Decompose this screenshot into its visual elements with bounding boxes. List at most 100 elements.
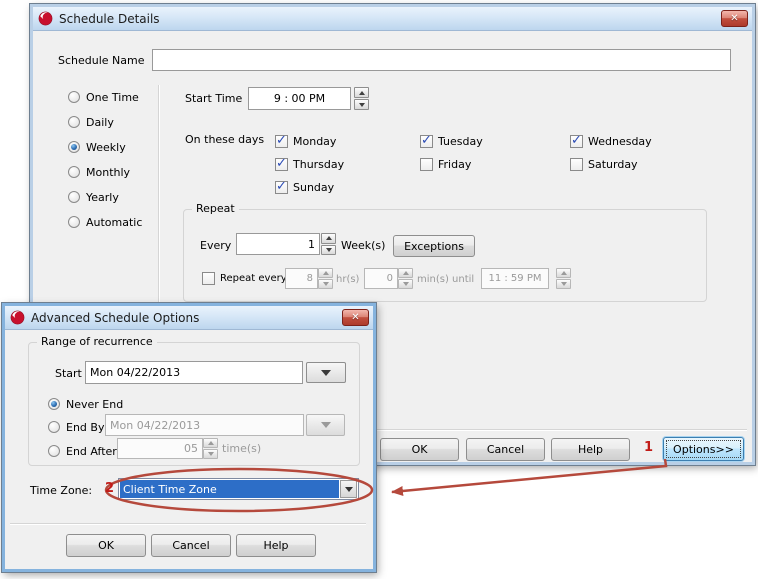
end-by-date-combo: Mon 04/22/2013 [105,414,304,436]
every-weeks-spinner[interactable] [321,233,336,255]
radio-icon [68,166,80,178]
start-date-dropdown-button[interactable] [306,362,346,383]
dialog-title: Schedule Details [59,12,160,26]
start-time-label: Start Time [185,92,242,106]
day-label: Tuesday [438,135,483,148]
checkbox-saturday[interactable]: Saturday [570,157,638,171]
schedule-name-input[interactable] [152,49,731,71]
dropdown-arrow-icon [321,422,331,428]
end-by-date-value: Mon 04/22/2013 [110,419,200,432]
ok-button[interactable]: OK [380,438,459,461]
radio-label: Yearly [86,191,119,204]
hours-unit-label: hr(s) [336,273,359,287]
advanced-options-titlebar[interactable]: Advanced Schedule Options ✕ [5,306,373,330]
start-time-spinner[interactable] [354,87,369,110]
checkbox-wednesday[interactable]: Wednesday [570,134,652,148]
every-label: Every [200,239,231,253]
spin-down-icon[interactable] [354,99,369,110]
start-time-value: 9 : 00 PM [274,92,325,105]
end-after-count-value: 05 [184,442,198,455]
advanced-help-button[interactable]: Help [236,534,316,557]
radio-label: Automatic [86,216,142,229]
button-row-separator [10,523,366,525]
radio-automatic[interactable]: Automatic [68,215,142,229]
advanced-cancel-button[interactable]: Cancel [151,534,231,557]
repeat-mins-spinner [398,268,413,289]
checkbox-icon [275,181,288,194]
radio-end-by[interactable]: End By [48,420,104,434]
time-zone-combobox[interactable]: Client Time Zone [118,478,359,500]
checkbox-icon [202,272,215,285]
every-weeks-field[interactable]: 1 [236,233,320,255]
mins-until-label: min(s) until [417,273,474,287]
radio-daily[interactable]: Daily [68,115,114,129]
spin-up-icon[interactable] [354,87,369,98]
ok-button-label: OK [412,443,428,456]
trend-micro-logo-icon [10,310,25,325]
repeat-group-label: Repeat [192,202,239,215]
spin-up-icon[interactable] [321,233,336,244]
repeat-hours-value: 8 [307,273,313,284]
radio-end-after[interactable]: End After [48,444,117,458]
time-zone-selected-value: Client Time Zone [120,480,339,498]
repeat-mins-value: 0 [387,273,393,284]
until-time-value: 11 : 59 PM [488,273,541,284]
close-button[interactable]: ✕ [721,10,748,27]
radio-never-end[interactable]: Never End [48,397,123,411]
start-time-field[interactable]: 9 : 00 PM [248,87,351,110]
radio-label: Weekly [86,141,126,154]
checkbox-icon [420,135,433,148]
checkbox-friday[interactable]: Friday [420,157,471,171]
repeat-every-checkbox[interactable]: Repeat every [202,271,287,285]
weeks-unit-label: Week(s) [341,239,385,253]
start-date-combo[interactable]: Mon 04/22/2013 [85,361,303,384]
end-by-dropdown-button [306,414,345,436]
radio-icon [68,91,80,103]
radio-monthly[interactable]: Monthly [68,165,130,179]
trend-micro-logo-icon [38,11,53,26]
spin-down-icon[interactable] [321,245,336,256]
until-time-spinner [556,268,571,289]
checkbox-icon [275,158,288,171]
time-zone-dropdown-button[interactable] [340,480,357,498]
close-button[interactable]: ✕ [342,309,369,326]
radio-icon [68,216,80,228]
start-label: Start [55,367,82,381]
end-after-unit-label: time(s) [222,442,261,456]
cancel-button[interactable]: Cancel [466,438,545,461]
page: Schedule Details ✕ Schedule Name One Tim… [0,0,758,579]
dialog-title: Advanced Schedule Options [31,311,199,325]
radio-yearly[interactable]: Yearly [68,190,119,204]
range-group-label: Range of recurrence [37,335,157,348]
radio-icon [68,116,80,128]
radio-label: Never End [66,398,123,411]
radio-one-time[interactable]: One Time [68,90,139,104]
exceptions-button[interactable]: Exceptions [393,235,475,257]
day-label: Saturday [588,158,638,171]
dropdown-arrow-icon [321,370,331,376]
spin-up-icon [203,438,218,448]
cancel-button-label: Cancel [172,539,209,552]
repeat-every-label: Repeat every [220,273,287,284]
checkbox-tuesday[interactable]: Tuesday [420,134,483,148]
spin-down-icon [203,449,218,459]
checkbox-icon [570,135,583,148]
repeat-mins-field: 0 [364,268,398,289]
ok-button-label: OK [98,539,114,552]
day-label: Sunday [293,181,334,194]
checkbox-thursday[interactable]: Thursday [275,157,344,171]
help-button[interactable]: Help [551,438,630,461]
dropdown-arrow-icon [345,487,353,492]
radio-label: Monthly [86,166,130,179]
options-button[interactable]: Options>> [663,437,744,461]
vertical-separator [158,85,160,303]
schedule-details-titlebar[interactable]: Schedule Details ✕ [33,7,752,31]
cancel-button-label: Cancel [487,443,524,456]
radio-label: End After [66,445,117,458]
advanced-ok-button[interactable]: OK [66,534,146,557]
radio-weekly[interactable]: Weekly [68,140,126,154]
checkbox-icon [570,158,583,171]
checkbox-sunday[interactable]: Sunday [275,180,334,194]
spin-down-icon [398,279,413,289]
checkbox-monday[interactable]: Monday [275,134,336,148]
